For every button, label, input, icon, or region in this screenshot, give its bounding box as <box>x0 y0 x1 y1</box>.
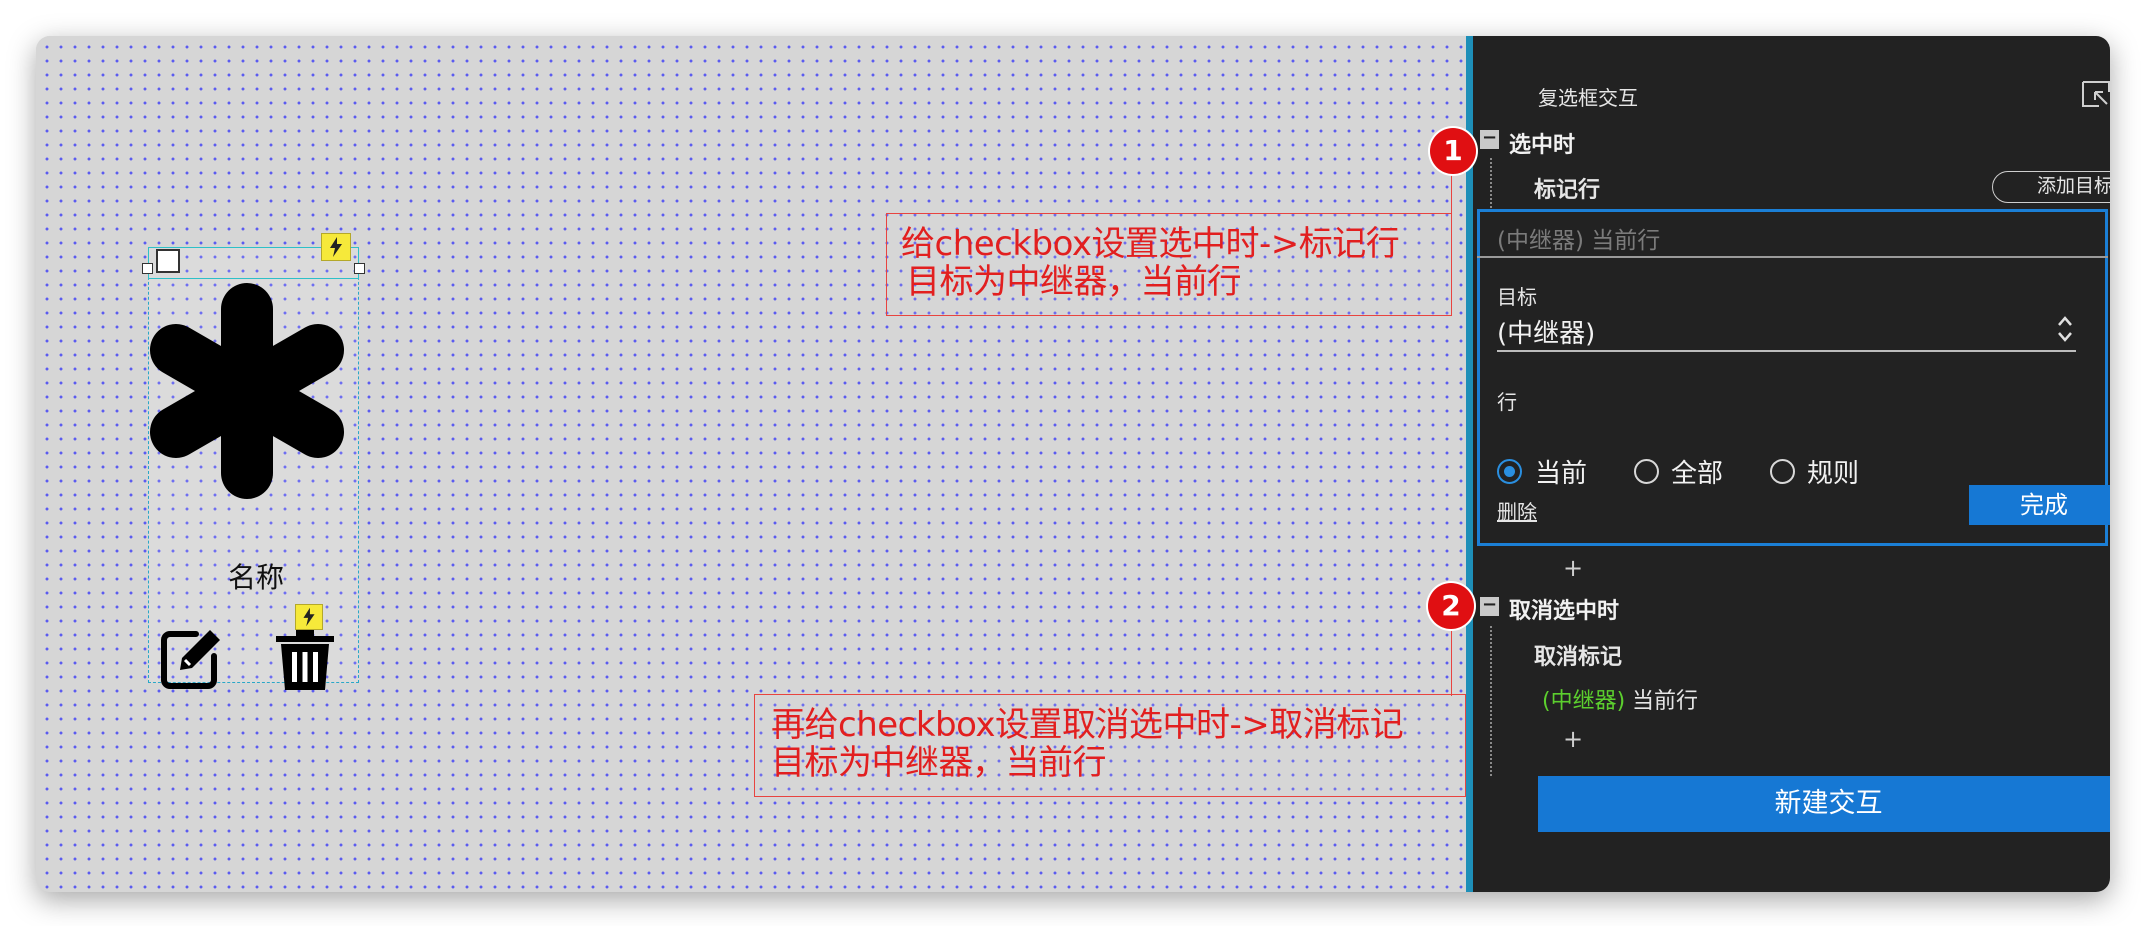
asterisk-icon <box>149 283 345 499</box>
annotation-2-line-1: 再给checkbox设置取消选中时->取消标记 <box>771 705 1404 745</box>
add-target-button[interactable]: 添加目标 <box>1992 171 2110 203</box>
collapse-checked-event-button[interactable]: − <box>1480 129 1499 149</box>
checkbox-widget[interactable] <box>156 249 180 273</box>
design-canvas[interactable]: 名称 给checkbox设置选中时->标记行 目标为中继器，当前行 再给chec… <box>36 36 1466 892</box>
row-option-all-radio[interactable] <box>1634 459 1659 484</box>
annotation-badge-1: 1 <box>1430 128 1476 174</box>
event-checked-label: 选中时 <box>1509 133 1576 158</box>
add-action-button-1[interactable]: + <box>1563 554 1583 582</box>
action-mark-row-label: 标记行 <box>1534 178 1601 203</box>
item-name-label: 名称 <box>227 561 284 594</box>
editor-header: (中继器) 当前行 <box>1497 228 1661 254</box>
annotation-1-line-1: 给checkbox设置选中时->标记行 <box>901 224 1400 264</box>
row-field-label: 行 <box>1497 390 1517 414</box>
app-window: 名称 给checkbox设置选中时->标记行 目标为中继器，当前行 再给chec… <box>36 36 2110 892</box>
event-unchecked-label: 取消选中时 <box>1509 599 1620 624</box>
target-select[interactable]: (中继器) <box>1497 313 1595 350</box>
panel-title: 复选框交互 <box>1538 86 1638 110</box>
row-option-rule-radio[interactable] <box>1770 459 1795 484</box>
collapse-panel-icon[interactable] <box>2081 80 2110 108</box>
trash-icon[interactable] <box>272 626 338 692</box>
row-option-current-radio[interactable] <box>1497 459 1522 484</box>
target-select-underline <box>1497 350 2076 352</box>
resize-handle-left[interactable] <box>142 263 153 274</box>
target-row-label[interactable]: 当前行 <box>1632 683 1698 715</box>
interactions-panel: 复选框交互 − 选中时 标记行 添加目标 (中继器) 当前行 目标 (中继器) … <box>1473 36 2110 892</box>
annotation-2-line-2: 目标为中继器，当前行 <box>771 743 1107 783</box>
add-action-button-2[interactable]: + <box>1563 725 1583 753</box>
action-unmark-label: 取消标记 <box>1534 645 1623 670</box>
row-option-rule-label[interactable]: 规则 <box>1807 453 1859 490</box>
done-button[interactable]: 完成 <box>1969 485 2110 525</box>
tree-line <box>1490 626 1492 776</box>
row-option-all-label[interactable]: 全部 <box>1671 453 1723 490</box>
collapse-unchecked-event-button[interactable]: − <box>1480 596 1499 616</box>
divider <box>1477 256 2108 258</box>
delete-link[interactable]: 删除 <box>1497 496 1537 525</box>
target-repeater-label[interactable]: (中继器) <box>1542 683 1625 715</box>
annotation-connector-2 <box>1451 630 1452 696</box>
updown-chevron-icon[interactable] <box>2056 314 2074 344</box>
target-field-label: 目标 <box>1497 285 1537 309</box>
resize-handle-right[interactable] <box>354 263 365 274</box>
annotation-badge-2: 2 <box>1428 583 1474 629</box>
annotation-1-line-2: 目标为中继器，当前行 <box>906 262 1242 302</box>
lightning-icon[interactable] <box>321 233 351 261</box>
row-option-current-label[interactable]: 当前 <box>1535 453 1587 490</box>
edit-icon[interactable] <box>158 624 226 692</box>
tree-line <box>1490 158 1492 208</box>
annotation-connector-1 <box>1451 170 1452 216</box>
new-interaction-button[interactable]: 新建交互 <box>1538 776 2110 832</box>
